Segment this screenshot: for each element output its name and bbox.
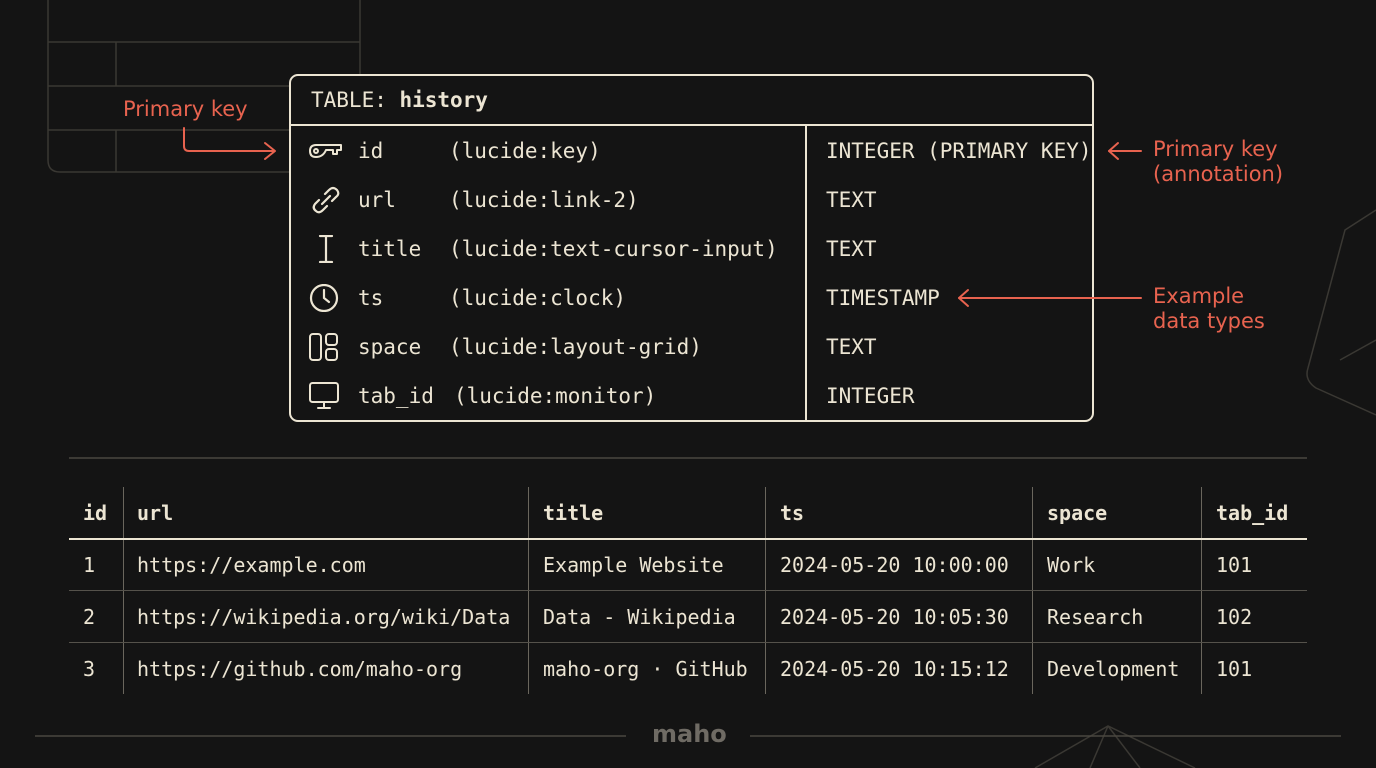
- schema-col-name: tab_id: [358, 383, 434, 408]
- schema-col-icon-ref: (lucide:text-cursor-input): [449, 236, 778, 261]
- cell-title: maho-org · GitHub: [543, 657, 748, 681]
- annotation-example-types: Example data types: [1153, 284, 1265, 334]
- cell-url: https://wikipedia.org/wiki/Data: [137, 605, 511, 629]
- cell-id: 1: [83, 553, 96, 577]
- annotation-line: Primary key: [1153, 137, 1278, 161]
- layout-grid-icon: [309, 333, 338, 361]
- schema-col-name: id: [358, 138, 384, 163]
- cell-title: Example Website: [543, 553, 724, 577]
- key-icon: [309, 144, 342, 158]
- schema-col-type: INTEGER: [826, 383, 915, 408]
- cell-ts: 2024-05-20 10:05:30: [780, 605, 1009, 629]
- sample-data-table: id url title ts space tab_id 1 https://e…: [69, 487, 1307, 694]
- schema-col-icon-ref: (lucide:clock): [449, 285, 627, 310]
- cell-title: Data - Wikipedia: [543, 605, 736, 629]
- header-id: id: [83, 501, 108, 525]
- annotation-line: (annotation): [1153, 162, 1284, 186]
- table-row: 3 https://github.com/maho-org maho-org ·…: [69, 643, 1307, 694]
- cell-url: https://example.com: [137, 553, 366, 577]
- cell-space: Research: [1047, 605, 1144, 629]
- header-ts: ts: [780, 501, 805, 525]
- cell-id: 2: [83, 605, 96, 629]
- table-row: 1 https://example.com Example Website 20…: [69, 540, 1307, 590]
- monitor-icon: [309, 382, 339, 409]
- schema-col-name: ts: [358, 285, 384, 310]
- schema-row-id: id (lucide:key) INTEGER (PRIMARY KEY): [291, 126, 1092, 175]
- text-cursor-icon: [318, 235, 334, 263]
- cell-space: Work: [1047, 553, 1096, 577]
- header-title: title: [543, 501, 604, 525]
- cell-ts: 2024-05-20 10:00:00: [780, 553, 1009, 577]
- schema-col-icon-ref: (lucide:layout-grid): [449, 334, 702, 359]
- clock-icon: [309, 284, 339, 312]
- schema-card: TABLE: history id (lucide:key) INTEGER (…: [289, 74, 1094, 422]
- table-header-row: id url title ts space tab_id: [69, 487, 1307, 537]
- header-tab-id: tab_id: [1216, 501, 1289, 525]
- cell-tab-id: 101: [1216, 553, 1253, 577]
- schema-title-prefix: TABLE:: [311, 88, 387, 112]
- schema-col-type: TEXT: [826, 236, 877, 261]
- table-row: 2 https://wikipedia.org/wiki/Data Data -…: [69, 591, 1307, 642]
- schema-col-name: title: [358, 236, 422, 261]
- cell-url: https://github.com/maho-org: [137, 657, 463, 681]
- cell-tab-id: 101: [1216, 657, 1253, 681]
- maho-logo: maho: [652, 720, 727, 748]
- schema-col-type: TIMESTAMP: [826, 285, 940, 310]
- schema-col-icon-ref: (lucide:link-2): [449, 187, 639, 212]
- schema-col-icon-ref: (lucide:key): [449, 138, 601, 163]
- schema-table-name: history: [399, 88, 488, 112]
- schema-col-icon-ref: (lucide:monitor): [454, 383, 657, 408]
- header-space: space: [1047, 501, 1108, 525]
- annotation-primary-key-left: Primary key: [123, 97, 248, 121]
- schema-col-name: space: [358, 334, 422, 359]
- schema-col-name: url: [358, 187, 396, 212]
- schema-title: TABLE: history: [291, 76, 1092, 126]
- cell-space: Development: [1047, 657, 1180, 681]
- annotation-line: Example: [1153, 284, 1245, 308]
- cell-id: 3: [83, 657, 96, 681]
- link-icon: [312, 186, 340, 214]
- schema-col-type: INTEGER (PRIMARY KEY): [826, 138, 1092, 163]
- schema-row-title: title (lucide:text-cursor-input) TEXT: [291, 224, 1092, 273]
- header-url: url: [137, 501, 174, 525]
- cell-ts: 2024-05-20 10:15:12: [780, 657, 1009, 681]
- schema-col-type: TEXT: [826, 334, 877, 359]
- cell-tab-id: 102: [1216, 605, 1253, 629]
- schema-row-space: space (lucide:layout-grid) TEXT: [291, 322, 1092, 371]
- annotation-primary-key-right: Primary key (annotation): [1153, 137, 1283, 187]
- schema-row-ts: ts (lucide:clock) TIMESTAMP: [291, 273, 1092, 322]
- schema-row-url: url (lucide:link-2) TEXT: [291, 175, 1092, 224]
- schema-row-tab-id: tab_id (lucide:monitor) INTEGER: [291, 371, 1092, 420]
- schema-col-type: TEXT: [826, 187, 877, 212]
- annotation-line: data types: [1153, 309, 1265, 333]
- schema-body: id (lucide:key) INTEGER (PRIMARY KEY) ur…: [291, 126, 1092, 422]
